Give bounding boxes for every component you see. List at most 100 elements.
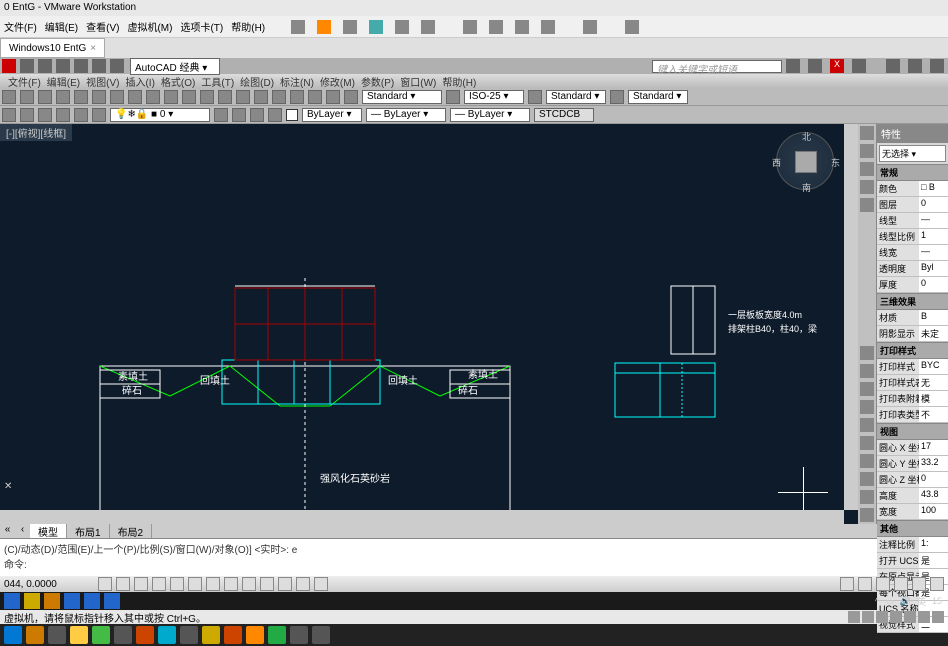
vmware-device-icon[interactable] [876, 611, 888, 623]
tab-nav-first-icon[interactable]: « [0, 524, 15, 538]
tray-ime[interactable]: 英 [917, 595, 926, 608]
text-style-dropdown[interactable]: Standard ▾ [362, 90, 442, 104]
props-row[interactable]: 透明度Byl [877, 261, 948, 277]
acad-menu-help[interactable]: 帮助(H) [442, 74, 476, 89]
sb-right-toggle[interactable] [930, 577, 944, 591]
vmware-pause-icon[interactable] [317, 20, 331, 34]
tb-icon[interactable] [308, 90, 322, 104]
rs-icon[interactable] [860, 454, 874, 468]
search-icon[interactable] [786, 59, 800, 73]
props-value[interactable]: 1 [919, 229, 948, 244]
props-row[interactable]: 线型比例1 [877, 229, 948, 245]
file-explorer-icon[interactable] [64, 593, 80, 609]
host-app-icon[interactable] [26, 626, 44, 644]
props-row[interactable]: 颜色□ B [877, 181, 948, 197]
tb-icon[interactable] [56, 90, 70, 104]
props-value[interactable]: 1: [919, 537, 948, 552]
vmware-tb-icon[interactable] [515, 20, 529, 34]
vmware-device-icon[interactable] [918, 611, 930, 623]
acad-menu-tools[interactable]: 工具(T) [201, 74, 234, 89]
vmware-menu-tabs[interactable]: 选项卡(T) [180, 19, 223, 34]
tb-icon[interactable] [74, 90, 88, 104]
tb-icon[interactable] [38, 108, 52, 122]
guest-system-tray[interactable]: ^ ▭ 🔊 英 15 [875, 595, 948, 608]
acad-app-button[interactable] [2, 59, 16, 73]
props-value[interactable]: 无 [919, 375, 948, 390]
host-start-button[interactable] [4, 626, 22, 644]
tb-icon[interactable] [268, 108, 282, 122]
viewcube-east[interactable]: 东 [831, 156, 840, 169]
color-swatch[interactable] [286, 109, 298, 121]
host-app-icon[interactable] [290, 626, 308, 644]
acad-menu-format[interactable]: 格式(O) [161, 74, 195, 89]
props-row[interactable]: 打开 UCS是 [877, 553, 948, 569]
props-row[interactable]: 高度43.8 [877, 488, 948, 504]
dim-style-icon[interactable] [446, 90, 460, 104]
tb-icon[interactable] [128, 90, 142, 104]
tab-layout2[interactable]: 布局2 [110, 524, 153, 538]
tb-icon[interactable] [2, 108, 16, 122]
orbit-icon[interactable] [860, 180, 874, 194]
sb-right-toggle[interactable] [858, 577, 872, 591]
layer-props-icon[interactable] [92, 108, 106, 122]
grid-toggle[interactable] [116, 577, 130, 591]
props-row[interactable]: 注释比例1: [877, 537, 948, 553]
vmware-fullscreen-icon[interactable] [463, 20, 477, 34]
props-section-header[interactable]: 其他 [877, 520, 948, 537]
tb-icon[interactable] [182, 90, 196, 104]
props-value[interactable]: — [919, 245, 948, 260]
infocenter-search-input[interactable]: 键入关键字或短语 [652, 60, 782, 73]
host-wechat-icon[interactable] [268, 626, 286, 644]
tb-icon[interactable] [56, 108, 70, 122]
host-app-icon[interactable] [158, 626, 176, 644]
tray-time[interactable]: 15 [932, 596, 942, 606]
tb-icon[interactable] [2, 90, 16, 104]
sb-toggle[interactable] [206, 577, 220, 591]
props-value[interactable]: 未定 [919, 326, 948, 341]
command-line-area[interactable]: (C)/动态(D)/范围(E)/上一个(P)/比例(S)/窗口(W)/对象(O)… [0, 538, 948, 576]
viewcube-west[interactable]: 西 [772, 156, 781, 169]
minimize-icon[interactable] [886, 59, 900, 73]
vmware-tb-icon[interactable] [421, 20, 435, 34]
tb-icon[interactable] [254, 90, 268, 104]
ortho-toggle[interactable] [134, 577, 148, 591]
tb-icon[interactable] [38, 90, 52, 104]
acad-drawing-canvas[interactable]: [-][俯视][线框] [0, 124, 858, 524]
sb-toggle[interactable] [314, 577, 328, 591]
host-app-icon[interactable] [114, 626, 132, 644]
tb-icon[interactable] [20, 108, 34, 122]
table-style-dropdown[interactable]: Standard ▾ [546, 90, 606, 104]
tb-icon[interactable] [250, 108, 264, 122]
linetype-dropdown[interactable]: — ByLayer ▾ [366, 108, 446, 122]
props-row[interactable]: 打印表附着到模 [877, 391, 948, 407]
host-app-icon[interactable] [136, 626, 154, 644]
vmware-device-icon[interactable] [890, 611, 902, 623]
props-value[interactable]: 17 [919, 440, 948, 455]
rs-icon[interactable] [860, 472, 874, 486]
host-chrome-icon[interactable] [48, 626, 66, 644]
acad-menu-draw[interactable]: 绘图(D) [240, 74, 274, 89]
sb-right-toggle[interactable] [840, 577, 854, 591]
props-row[interactable]: 材质B [877, 310, 948, 326]
workspace-dropdown[interactable]: AutoCAD 经典 ▾ [130, 58, 220, 75]
host-app-icon[interactable] [224, 626, 242, 644]
props-row[interactable]: 图层0 [877, 197, 948, 213]
props-value[interactable]: 不 [919, 407, 948, 422]
props-value[interactable]: 33.2 [919, 456, 948, 471]
acad-menu-dim[interactable]: 标注(N) [280, 74, 314, 89]
props-row[interactable]: 圆心 Z 坐标0 [877, 472, 948, 488]
dim-style-dropdown[interactable]: ISO-25 ▾ [464, 90, 524, 104]
props-value[interactable]: 模 [919, 391, 948, 406]
rs-icon[interactable] [860, 436, 874, 450]
open-icon[interactable] [38, 59, 52, 73]
snap-toggle[interactable] [98, 577, 112, 591]
tb-icon[interactable] [232, 108, 246, 122]
new-icon[interactable] [20, 59, 34, 73]
props-value[interactable]: 0 [919, 197, 948, 212]
save-icon[interactable] [56, 59, 70, 73]
tb-icon[interactable] [200, 90, 214, 104]
tb-icon[interactable] [20, 90, 34, 104]
word-icon[interactable] [84, 593, 100, 609]
host-app-icon[interactable] [92, 626, 110, 644]
viewcube-top-face[interactable] [795, 151, 817, 173]
